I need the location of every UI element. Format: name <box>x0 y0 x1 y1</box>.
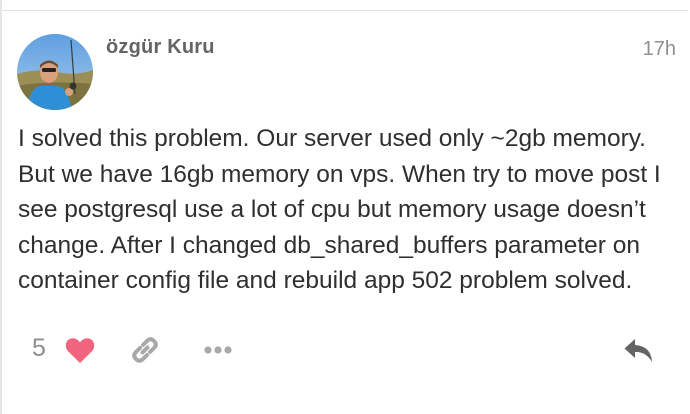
post-date[interactable]: 17h <box>643 38 676 61</box>
like-count[interactable]: 5 <box>32 334 46 363</box>
reply-button[interactable] <box>619 333 659 369</box>
link-icon <box>132 337 158 363</box>
post-actions: 5 <box>0 330 690 370</box>
ellipsis-icon <box>204 346 232 354</box>
reply-icon <box>624 339 652 362</box>
more-options-button[interactable] <box>200 332 236 368</box>
avatar-image <box>17 34 93 110</box>
username[interactable]: özgür Kuru <box>106 36 215 59</box>
top-divider <box>2 10 688 11</box>
post-page: özgür Kuru 17h I solved this problem. Ou… <box>0 0 690 414</box>
share-link-button[interactable] <box>127 332 163 368</box>
like-button[interactable] <box>63 333 97 367</box>
post-body: I solved this problem. Our server used o… <box>18 125 661 294</box>
heart-icon <box>65 337 95 363</box>
avatar[interactable] <box>17 34 93 110</box>
